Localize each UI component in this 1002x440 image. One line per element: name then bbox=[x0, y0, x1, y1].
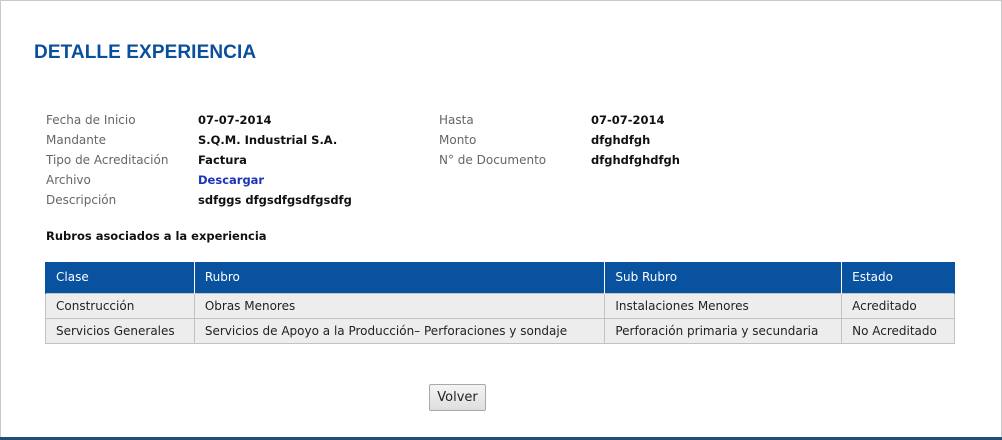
table-header-row: Clase Rubro Sub Rubro Estado bbox=[45, 262, 955, 293]
fecha-inicio-label: Fecha de Inicio bbox=[46, 113, 136, 127]
cell-clase: Servicios Generales bbox=[45, 317, 195, 344]
mandante-label: Mandante bbox=[46, 133, 106, 147]
column-header-estado: Estado bbox=[841, 262, 955, 293]
descripcion-label: Descripción bbox=[46, 193, 117, 207]
rubros-section-title: Rubros asociados a la experiencia bbox=[46, 229, 267, 243]
tipo-acreditacion-value: Factura bbox=[198, 153, 247, 167]
monto-label: Monto bbox=[439, 133, 477, 147]
column-header-rubro: Rubro bbox=[193, 262, 606, 293]
detail-row-tipo: Tipo de Acreditación Factura N° de Docum… bbox=[46, 150, 926, 170]
cell-rubro: Servicios de Apoyo a la Producción– Perf… bbox=[193, 317, 606, 344]
cell-sub-rubro: Instalaciones Menores bbox=[604, 292, 843, 319]
table-row: Construcción Obras Menores Instalaciones… bbox=[45, 292, 955, 319]
numero-documento-value: dfghdfghdfgh bbox=[591, 153, 680, 167]
fecha-inicio-value: 07-07-2014 bbox=[198, 113, 272, 127]
cell-estado: No Acreditado bbox=[841, 317, 955, 344]
page-frame bbox=[0, 0, 1002, 440]
rubros-table: Clase Rubro Sub Rubro Estado Construcció… bbox=[45, 262, 955, 344]
detail-row-mandante: Mandante S.Q.M. Industrial S.A. Monto df… bbox=[46, 130, 926, 150]
cell-sub-rubro: Perforación primaria y secundaria bbox=[604, 317, 843, 344]
hasta-value: 07-07-2014 bbox=[591, 113, 665, 127]
hasta-label: Hasta bbox=[439, 113, 474, 127]
archivo-label: Archivo bbox=[46, 173, 91, 187]
monto-value: dfghdfgh bbox=[591, 133, 651, 147]
cell-estado: Acreditado bbox=[841, 292, 955, 319]
descripcion-value: sdfggs dfgsdfgsdfgsdfg bbox=[198, 193, 352, 207]
column-header-clase: Clase bbox=[45, 262, 195, 293]
cell-rubro: Obras Menores bbox=[193, 292, 606, 319]
cell-clase: Construcción bbox=[45, 292, 195, 319]
table-row: Servicios Generales Servicios de Apoyo a… bbox=[45, 317, 955, 344]
detail-row-descripcion: Descripción sdfggs dfgsdfgsdfgsdfg bbox=[46, 190, 926, 210]
detail-row-fecha: Fecha de Inicio 07-07-2014 Hasta 07-07-2… bbox=[46, 110, 926, 130]
column-header-sub-rubro: Sub Rubro bbox=[604, 262, 843, 293]
detail-row-archivo: Archivo Descargar bbox=[46, 170, 926, 190]
experience-details: Fecha de Inicio 07-07-2014 Hasta 07-07-2… bbox=[46, 110, 926, 210]
page-title: DETALLE EXPERIENCIA bbox=[34, 42, 257, 63]
mandante-value: S.Q.M. Industrial S.A. bbox=[198, 133, 338, 147]
tipo-acreditacion-label: Tipo de Acreditación bbox=[46, 153, 169, 167]
numero-documento-label: N° de Documento bbox=[439, 153, 547, 167]
volver-button[interactable]: Volver bbox=[429, 384, 486, 411]
descargar-link[interactable]: Descargar bbox=[198, 170, 264, 190]
